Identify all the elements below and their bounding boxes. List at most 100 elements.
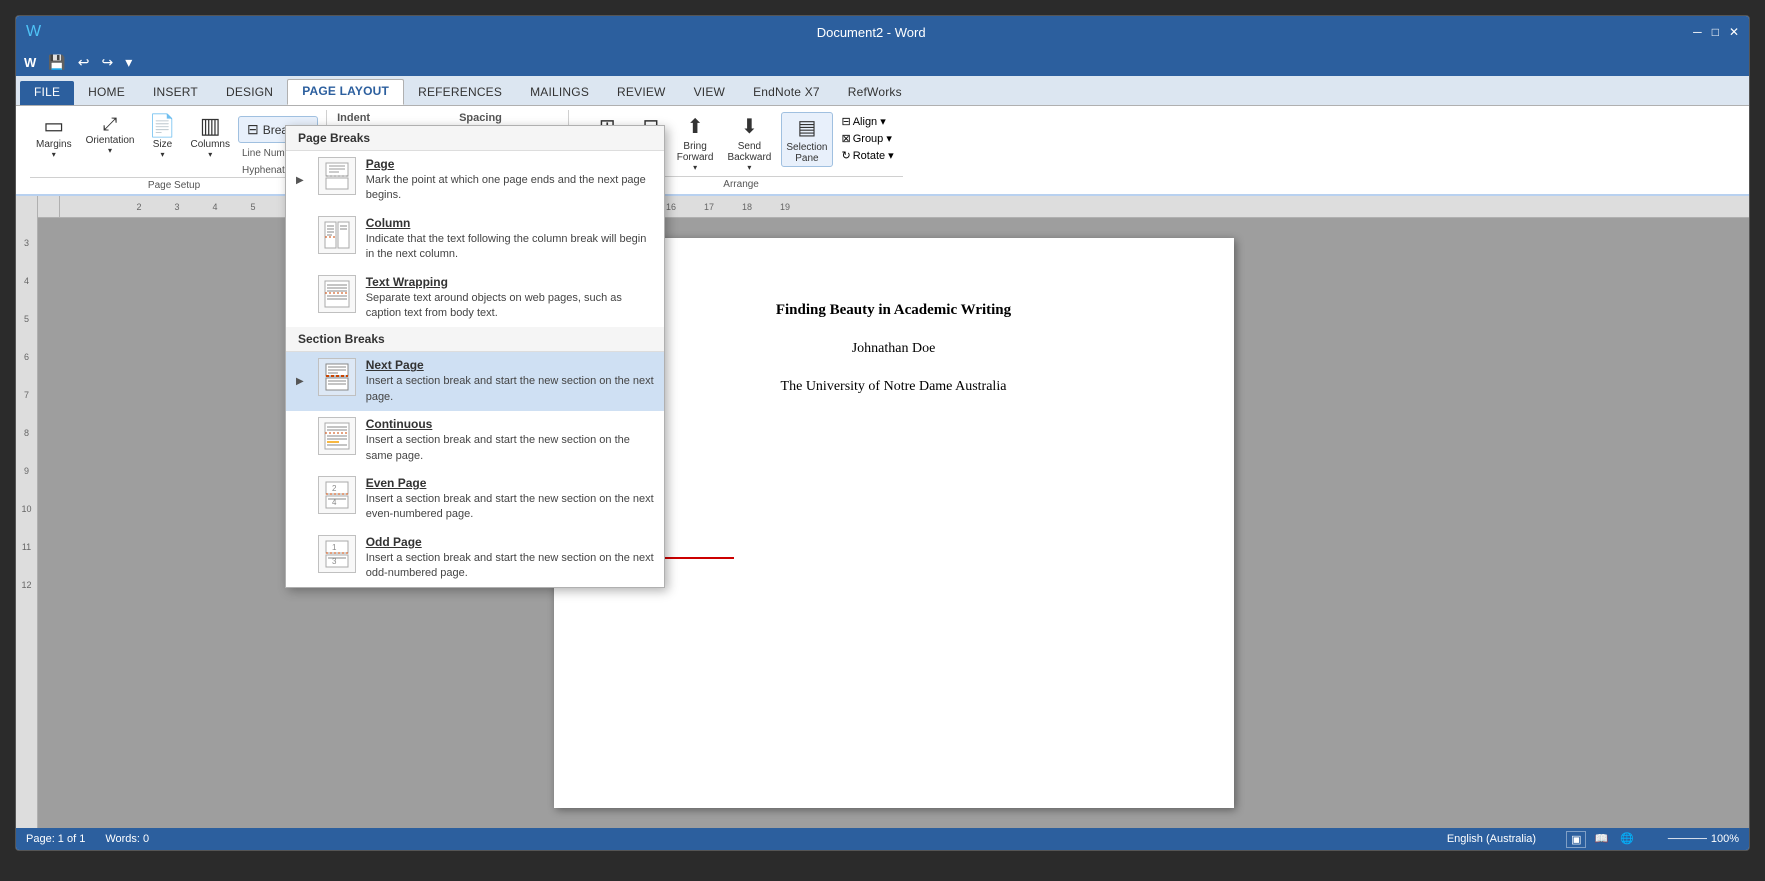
v-ruler-mark: 4 [16, 262, 37, 300]
title-bar-text: Document2 - Word [49, 25, 1693, 40]
web-layout-btn[interactable]: 🌐 [1616, 831, 1638, 848]
group-icon: ⊠ [842, 132, 851, 145]
align-icon: ⊟ [842, 115, 851, 128]
vertical-ruler: 3 4 5 6 7 8 9 10 11 12 [16, 196, 38, 828]
size-icon: 📄 [149, 115, 176, 137]
dropdown-item-continuous[interactable]: ▶ [286, 411, 664, 470]
tab-mailings[interactable]: MAILINGS [516, 81, 603, 105]
print-layout-btn[interactable]: ▣ [1566, 831, 1586, 848]
tab-view[interactable]: VIEW [680, 81, 739, 105]
language-indicator: English (Australia) [1447, 833, 1536, 845]
size-btn[interactable]: 📄 Size ▾ [143, 112, 183, 162]
v-ruler-mark: 6 [16, 338, 37, 376]
v-ruler-mark: 7 [16, 376, 37, 414]
h-ruler-mark: 17 [690, 202, 728, 212]
doc-institution: The University of Notre Dame Australia [634, 376, 1154, 398]
save-qa-btn[interactable]: 💾 [44, 52, 69, 73]
orientation-btn[interactable]: ⤢ Orientation ▾ [80, 112, 141, 158]
dropdown-item-column[interactable]: ▶ [286, 218, 664, 269]
h-ruler-mark: 19 [766, 202, 804, 212]
dropdown-item-evenpage[interactable]: ▶ 2 4 Even Page [286, 470, 664, 529]
h-ruler-mark: 5 [234, 202, 272, 212]
view-mode-btns[interactable]: ▣ 📖 🌐 [1566, 831, 1638, 848]
tab-pagelayout[interactable]: PAGE LAYOUT [287, 79, 404, 105]
selection-pane-btn[interactable]: ▤ Selection Pane [781, 112, 832, 167]
margins-btn[interactable]: ▭ Margins ▾ [30, 112, 78, 162]
tab-endnote[interactable]: EndNote X7 [739, 81, 834, 105]
send-backward-icon: ⬇ [741, 114, 758, 139]
doc-title: Finding Beauty in Academic Writing [634, 298, 1154, 322]
spacing-label: Spacing [459, 112, 560, 124]
maximize-btn[interactable]: □ [1712, 25, 1719, 39]
evenpage-break-name: Even Page [366, 476, 654, 490]
tab-home[interactable]: HOME [74, 81, 139, 105]
h-ruler-mark: 3 [158, 202, 196, 212]
breaks-dropdown: Page Breaks ▶ [285, 218, 665, 588]
margins-icon: ▭ [43, 115, 64, 137]
zoom-slider[interactable]: ───── 100% [1668, 833, 1739, 845]
column-break-name: Column [366, 218, 654, 230]
minimize-btn[interactable]: ─ [1693, 25, 1702, 39]
h-ruler-mark: 4 [196, 202, 234, 212]
document-area: 2 3 4 5 6 7 8 9 10 11 12 13 14 15 16 17 [38, 196, 1749, 828]
page-setup-label: Page Setup [30, 177, 318, 191]
send-backward-btn[interactable]: ⬇ Send Backward ▾ [723, 112, 775, 174]
textwrap-break-icon [318, 275, 356, 313]
ribbon-tabs: FILE HOME INSERT DESIGN PAGE LAYOUT REFE… [16, 76, 1749, 106]
section-breaks-header: Section Breaks [286, 327, 664, 352]
dropdown-item-nextpage[interactable]: ▶ [286, 352, 664, 411]
nextpage-break-arrow: ▶ [296, 376, 304, 387]
customize-qa-btn[interactable]: ▾ [121, 52, 136, 73]
evenpage-break-desc: Insert a section break and start the new… [366, 492, 654, 523]
oddpage-break-name: Odd Page [366, 535, 654, 549]
textwrap-break-desc: Separate text around objects on web page… [366, 291, 654, 322]
status-bar: Page: 1 of 1 Words: 0 English (Australia… [16, 828, 1749, 850]
bring-forward-btn[interactable]: ⬆ Bring Forward ▾ [673, 112, 718, 174]
svg-text:2: 2 [332, 484, 337, 493]
continuous-break-spacer: ▶ [296, 435, 304, 446]
doc-author: Johnathan Doe [634, 338, 1154, 360]
columns-icon: ▥ [200, 115, 221, 137]
group-page-setup: ▭ Margins ▾ ⤢ Orientation ▾ 📄 Size ▾ ▥ C… [22, 110, 327, 192]
group-btn[interactable]: ⊠ Group ▾ [839, 131, 897, 146]
align-btn[interactable]: ⊟ Align ▾ [839, 114, 897, 129]
undo-qa-btn[interactable]: ↩ [74, 52, 94, 73]
textwrap-break-spacer: ▶ [296, 292, 304, 303]
document-scroll[interactable]: Finding Beauty in Academic Writing Johna… [38, 218, 1749, 828]
oddpage-break-desc: Insert a section break and start the new… [366, 551, 654, 582]
rotate-icon: ↻ [842, 149, 851, 162]
read-mode-btn[interactable]: 📖 [1590, 831, 1612, 848]
svg-text:1: 1 [332, 543, 337, 552]
tab-insert[interactable]: INSERT [139, 81, 212, 105]
tab-review[interactable]: REVIEW [603, 81, 680, 105]
oddpage-break-spacer: ▶ [296, 553, 304, 564]
tab-refworks[interactable]: RefWorks [834, 81, 916, 105]
page-info: Page: 1 of 1 [26, 833, 85, 845]
tab-design[interactable]: DESIGN [212, 81, 287, 105]
redo-qa-btn[interactable]: ↪ [97, 52, 117, 73]
dropdown-item-oddpage[interactable]: ▶ 1 3 Odd Page [286, 529, 664, 588]
dropdown-item-textwrapping[interactable]: ▶ [286, 269, 664, 328]
evenpage-break-spacer: ▶ [296, 494, 304, 505]
v-ruler-mark: 3 [16, 224, 37, 262]
rotate-btn[interactable]: ↻ Rotate ▾ [839, 148, 897, 163]
columns-btn[interactable]: ▥ Columns ▾ [185, 112, 236, 162]
continuous-break-desc: Insert a section break and start the new… [366, 433, 654, 464]
tab-references[interactable]: REFERENCES [404, 81, 516, 105]
column-break-icon [318, 218, 356, 254]
v-ruler-mark: 11 [16, 528, 37, 566]
word-count: Words: 0 [105, 833, 149, 845]
continuous-break-name: Continuous [366, 417, 654, 431]
word-icon: W [24, 55, 36, 70]
evenpage-break-icon: 2 4 [318, 476, 356, 514]
close-btn[interactable]: ✕ [1729, 25, 1739, 39]
v-ruler-mark: 8 [16, 414, 37, 452]
oddpage-break-icon: 1 3 [318, 535, 356, 573]
v-ruler-mark: 12 [16, 566, 37, 604]
bring-forward-icon: ⬆ [687, 114, 704, 139]
h-ruler-mark: 18 [728, 202, 766, 212]
tab-file[interactable]: FILE [20, 81, 74, 105]
textwrap-break-name: Text Wrapping [366, 275, 654, 289]
nextpage-break-desc: Insert a section break and start the new… [366, 374, 654, 405]
column-break-desc: Indicate that the text following the col… [366, 232, 654, 263]
